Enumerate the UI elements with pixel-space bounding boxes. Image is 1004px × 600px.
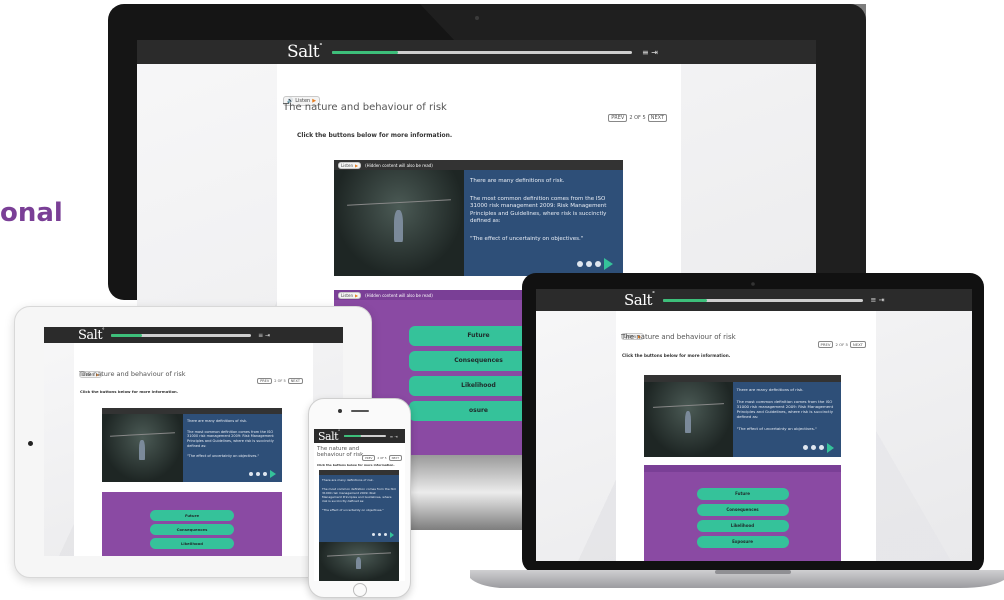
laptop-screen: Salt° ≡ ⇥ Listen ▶ The nature and behavio… bbox=[536, 289, 972, 561]
phone-speaker bbox=[351, 410, 369, 412]
phone-home-button bbox=[353, 583, 367, 597]
device-mockup-stage: onal Salt° ≡ ⇥ 🔊 Listen ▶ The nature and b… bbox=[0, 0, 1004, 600]
phone-screen: Salt° ≡ ⇥ The nature and behaviour of ris… bbox=[314, 429, 405, 581]
phone-camera bbox=[338, 409, 342, 413]
